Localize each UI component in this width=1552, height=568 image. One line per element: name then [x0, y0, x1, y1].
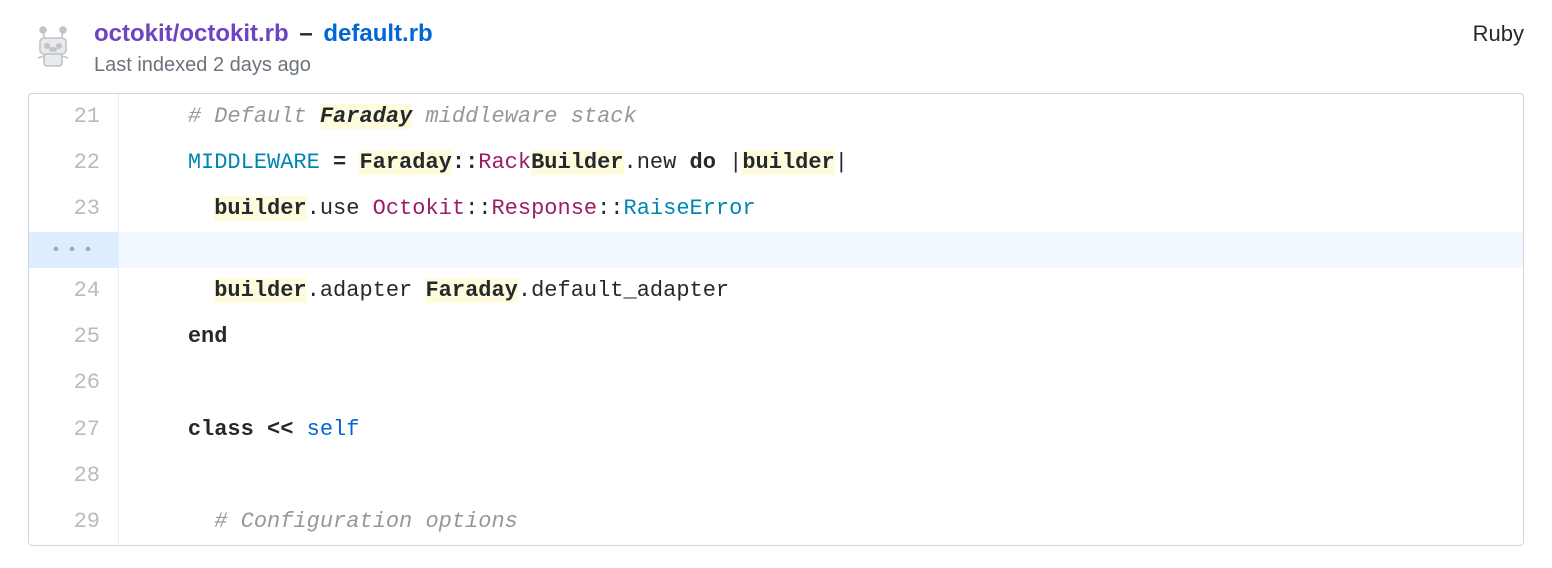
code-snippet: 21 # Default Faraday middleware stack 22… [28, 93, 1524, 546]
line-code: class << self [119, 407, 1523, 453]
line-number: 26 [29, 360, 119, 406]
code-line-24[interactable]: 24 builder.adapter Faraday.default_adapt… [29, 268, 1523, 314]
language-label: Ruby [1473, 21, 1524, 47]
line-number: 23 [29, 186, 119, 232]
indexed-subtext: Last indexed 2 days ago [94, 54, 1524, 77]
line-code [119, 360, 1523, 406]
line-code: # Configuration options [119, 499, 1523, 545]
code-line-26[interactable]: 26 [29, 360, 1523, 406]
code-line-23[interactable]: 23 builder.use Octokit::Response::RaiseE… [29, 186, 1523, 232]
line-code [119, 453, 1523, 499]
code-line-29[interactable]: 29 # Configuration options [29, 499, 1523, 545]
line-number: 25 [29, 314, 119, 360]
line-code: builder.use Octokit::Response::RaiseErro… [119, 186, 1523, 232]
line-number: 21 [29, 94, 119, 140]
repo-avatar[interactable] [28, 20, 78, 70]
title-separator: – [293, 20, 320, 47]
line-number: 22 [29, 140, 119, 186]
expand-spacer [119, 232, 1523, 268]
title: octokit/octokit.rb – default.rb [94, 20, 433, 48]
code-line-22[interactable]: 22 MIDDLEWARE = Faraday::RackBuilder.new… [29, 140, 1523, 186]
line-number: 29 [29, 499, 119, 545]
header-text: octokit/octokit.rb – default.rb Ruby Las… [94, 20, 1524, 77]
line-code: builder.adapter Faraday.default_adapter [119, 268, 1523, 314]
file-link[interactable]: default.rb [323, 20, 432, 47]
repo-link[interactable]: octokit/octokit.rb [94, 20, 289, 47]
result-header: octokit/octokit.rb – default.rb Ruby Las… [28, 20, 1524, 77]
code-line-28[interactable]: 28 [29, 453, 1523, 499]
title-row: octokit/octokit.rb – default.rb Ruby [94, 20, 1524, 48]
line-code: # Default Faraday middleware stack [119, 94, 1523, 140]
expand-hunk-button[interactable]: • • • [29, 232, 1523, 268]
ellipsis-icon: • • • [29, 232, 119, 268]
line-code: MIDDLEWARE = Faraday::RackBuilder.new do… [119, 140, 1523, 186]
line-number: 27 [29, 407, 119, 453]
line-number: 28 [29, 453, 119, 499]
line-code: end [119, 314, 1523, 360]
code-line-27[interactable]: 27 class << self [29, 407, 1523, 453]
line-number: 24 [29, 268, 119, 314]
code-line-21[interactable]: 21 # Default Faraday middleware stack [29, 94, 1523, 140]
code-line-25[interactable]: 25 end [29, 314, 1523, 360]
